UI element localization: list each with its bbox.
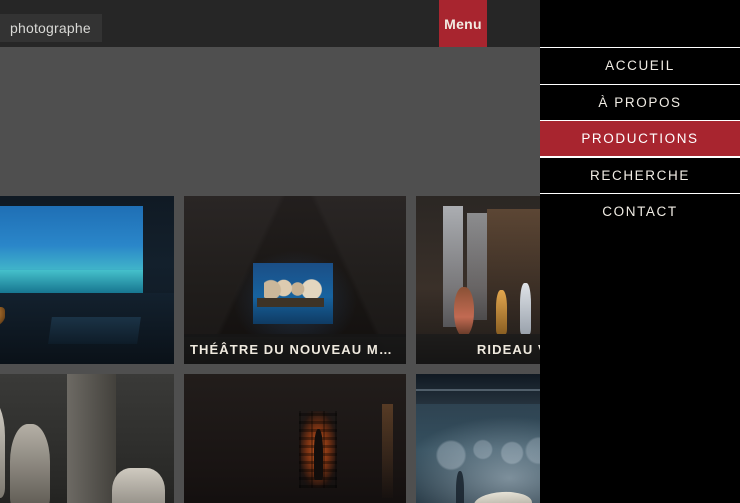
page-root: photographe Menu THÉÂTRE DU NOUVEAU MON…… <box>0 0 740 503</box>
photo-detail <box>453 286 474 338</box>
photo-detail <box>67 374 117 503</box>
photo-detail <box>257 298 324 307</box>
nav-item-label: ACCUEIL <box>605 58 675 74</box>
photo-detail <box>111 468 166 503</box>
nav-item-label: RECHERCHE <box>590 167 690 183</box>
menu-toggle-label: Menu <box>444 15 482 32</box>
nav-item-propos[interactable]: À PROPOS <box>540 83 740 120</box>
gallery-grid: THÉÂTRE DU NOUVEAU MON… RIDEAU VERT <box>0 196 540 503</box>
productions-gallery: THÉÂTRE DU NOUVEAU MON… RIDEAU VERT <box>0 47 540 503</box>
photo-detail <box>47 316 141 344</box>
photo-detail <box>9 424 50 503</box>
photo-detail <box>263 278 322 299</box>
gallery-card-title: RIDEAU VERT <box>476 341 540 357</box>
stage-photo-artwork <box>0 374 174 503</box>
photo-detail <box>416 407 540 503</box>
gallery-card[interactable]: RIDEAU VERT <box>416 196 540 364</box>
photo-detail <box>416 389 540 392</box>
photo-detail <box>0 269 143 294</box>
nav-item-label: PRODUCTIONS <box>581 130 699 146</box>
photo-detail <box>520 283 532 334</box>
gallery-card-title-bar: RIDEAU VERT <box>416 334 540 364</box>
photo-detail <box>487 209 540 321</box>
gallery-card-image <box>416 374 540 503</box>
site-logo-text: photographe <box>10 20 91 36</box>
site-header: photographe Menu <box>0 0 540 47</box>
photo-detail <box>455 471 464 503</box>
gallery-card-title-bar: THÉÂTRE DU NOUVEAU MON… <box>184 334 406 364</box>
nav-item-label: CONTACT <box>602 204 678 220</box>
gallery-card[interactable] <box>0 374 174 503</box>
gallery-card[interactable]: THÉÂTRE DU NOUVEAU MON… <box>184 196 406 364</box>
nav-item-recherche[interactable]: RECHERCHE <box>540 156 740 193</box>
photo-detail <box>313 429 323 480</box>
nav-item-label: À PROPOS <box>598 94 682 110</box>
gallery-card-image <box>0 196 174 364</box>
nav-item-accueil[interactable]: ACCUEIL <box>540 47 740 84</box>
stage-photo-artwork <box>184 374 406 503</box>
nav-item-productions[interactable]: PRODUCTIONS <box>540 120 740 157</box>
menu-toggle-button[interactable]: Menu <box>439 0 487 47</box>
gallery-card[interactable] <box>184 374 406 503</box>
gallery-card-image <box>184 374 406 503</box>
stage-photo-artwork <box>416 374 540 503</box>
photo-detail <box>0 307 5 328</box>
nav-list: ACCUEIL À PROPOS PRODUCTIONS RECHERCHE CONTA… <box>540 47 740 230</box>
nav-top-spacer <box>540 0 740 47</box>
gallery-card-image <box>0 374 174 503</box>
gallery-card[interactable] <box>416 374 540 503</box>
nav-item-contact[interactable]: CONTACT <box>540 193 740 230</box>
photo-detail <box>0 394 6 499</box>
stage-photo-artwork <box>0 196 174 364</box>
gallery-card-title: THÉÂTRE DU NOUVEAU MON… <box>190 341 400 357</box>
photo-detail <box>381 404 393 499</box>
photo-detail <box>495 290 507 334</box>
site-logo[interactable]: photographe <box>0 14 102 42</box>
gallery-card[interactable] <box>0 196 174 364</box>
main-navigation-panel: ACCUEIL À PROPOS PRODUCTIONS RECHERCHE CONTA… <box>540 0 740 503</box>
